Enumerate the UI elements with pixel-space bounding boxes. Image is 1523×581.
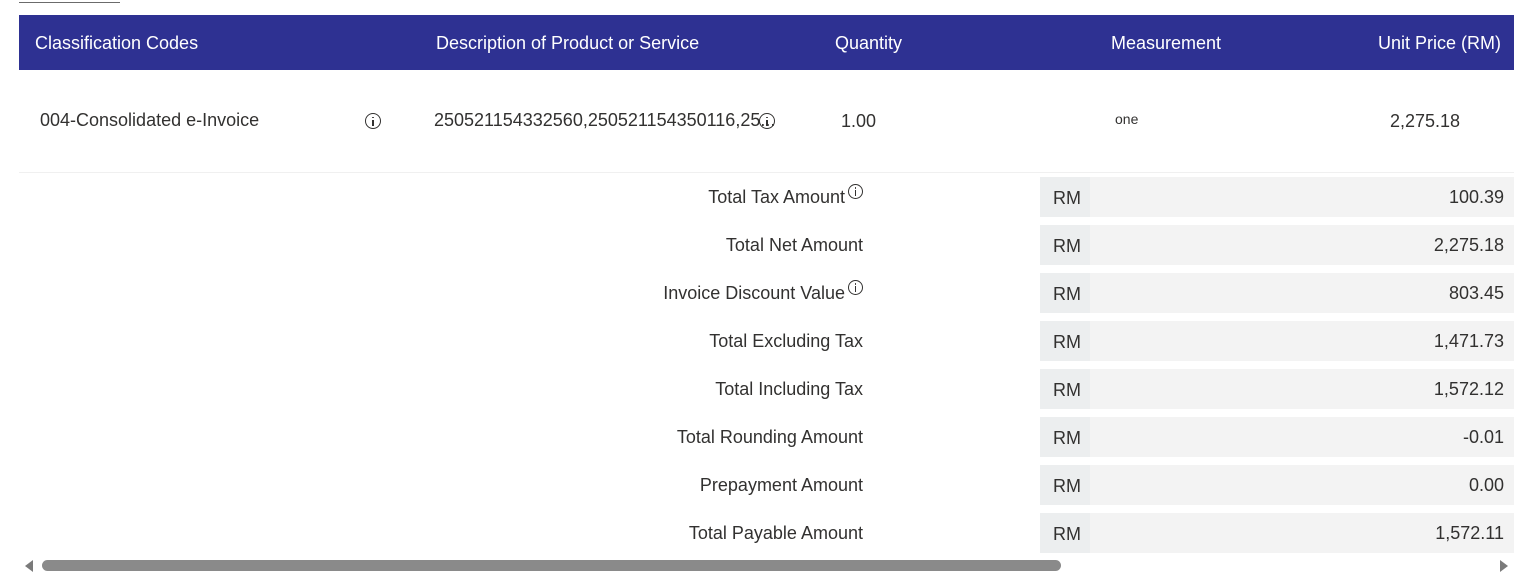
- summary-value: 1,471.73: [1433, 331, 1504, 351]
- summary-label-text: Total Payable Amount: [688, 523, 863, 543]
- summary-field: RM 100.39: [1040, 177, 1514, 217]
- summary-row-total-rounding: Total Rounding Amount RM -0.01: [0, 417, 1523, 457]
- summary-value: 1,572.12: [1433, 379, 1504, 399]
- summary-label-text: Invoice Discount Value: [663, 283, 845, 303]
- summary-field: RM 1,471.73: [1040, 321, 1514, 361]
- info-icon[interactable]: [848, 280, 863, 295]
- summary-label-text: Total Tax Amount: [708, 187, 845, 207]
- summary-value: 100.39: [1448, 187, 1504, 207]
- summary-label: Total Net Amount: [726, 225, 863, 265]
- summary-row-total-net: Total Net Amount RM 2,275.18: [0, 225, 1523, 265]
- info-icon[interactable]: [759, 113, 775, 134]
- summary-label: Total Rounding Amount: [677, 417, 863, 457]
- currency-prefix: RM: [1040, 273, 1090, 313]
- summary-value: 0.00: [1468, 475, 1504, 495]
- info-icon[interactable]: [848, 184, 863, 199]
- summary-row-prepayment: Prepayment Amount RM 0.00: [0, 465, 1523, 505]
- currency-prefix: RM: [1040, 369, 1090, 409]
- summary-label-text: Prepayment Amount: [699, 475, 863, 495]
- summary-field: RM -0.01: [1040, 417, 1514, 457]
- summary-label: Total Payable Amount: [689, 513, 863, 553]
- tab-underline: [19, 2, 120, 3]
- summary-field: RM 0.00: [1040, 465, 1514, 505]
- invoice-line-items-page: Classification Codes Description of Prod…: [0, 0, 1523, 581]
- summary-row-total-tax: Total Tax Amount RM 100.39: [0, 177, 1523, 217]
- summary-label-text: Total Net Amount: [725, 235, 863, 255]
- scroll-left-arrow-icon[interactable]: [25, 560, 33, 572]
- table-header: Classification Codes Description of Prod…: [19, 15, 1514, 70]
- summary-value: -0.01: [1462, 427, 1504, 447]
- horizontal-scrollbar[interactable]: [19, 556, 1514, 576]
- quantity-cell: 1.00: [841, 111, 877, 131]
- summary-row-invoice-discount: Invoice Discount Value RM 803.45: [0, 273, 1523, 313]
- column-header-classification: Classification Codes: [35, 33, 199, 53]
- measurement-cell: one: [1115, 111, 1139, 127]
- summary-row-total-payable: Total Payable Amount RM 1,572.11: [0, 513, 1523, 553]
- currency-prefix: RM: [1040, 177, 1090, 217]
- summary-row-total-excluding-tax: Total Excluding Tax RM 1,471.73: [0, 321, 1523, 361]
- summary-value: 1,572.11: [1435, 523, 1504, 543]
- summary-field: RM 2,275.18: [1040, 225, 1514, 265]
- scrollbar-thumb[interactable]: [42, 560, 1061, 571]
- currency-prefix: RM: [1040, 417, 1090, 457]
- scroll-right-arrow-icon[interactable]: [1500, 560, 1508, 572]
- summary-label-text: Total Including Tax: [715, 379, 863, 399]
- currency-prefix: RM: [1040, 465, 1090, 505]
- unit-price-cell: 2,275.18: [1390, 111, 1461, 131]
- description-cell: 250521154332560,250521154350116,25...: [434, 110, 776, 130]
- summary-label: Total Including Tax: [715, 369, 863, 409]
- summary-label: Prepayment Amount: [700, 465, 863, 505]
- summary-label: Total Excluding Tax: [709, 321, 863, 361]
- summary-field: RM 1,572.12: [1040, 369, 1514, 409]
- currency-prefix: RM: [1040, 513, 1090, 553]
- column-header-measurement: Measurement: [1111, 33, 1222, 53]
- summary-label: Total Tax Amount: [708, 177, 863, 217]
- currency-prefix: RM: [1040, 321, 1090, 361]
- column-header-unit-price: Unit Price (RM): [1377, 33, 1501, 53]
- summary-value: 2,275.18: [1433, 235, 1504, 255]
- summary-label-text: Total Rounding Amount: [676, 427, 863, 447]
- summary-row-total-including-tax: Total Including Tax RM 1,572.12: [0, 369, 1523, 409]
- summary-field: RM 803.45: [1040, 273, 1514, 313]
- column-header-description: Description of Product or Service: [436, 33, 700, 53]
- table-row: 004-Consolidated e-Invoice 2505211543325…: [19, 70, 1514, 173]
- column-header-quantity: Quantity: [835, 33, 903, 53]
- info-icon[interactable]: [365, 113, 381, 134]
- currency-prefix: RM: [1040, 225, 1090, 265]
- summary-value: 803.45: [1448, 283, 1504, 303]
- summary-label-text: Total Excluding Tax: [709, 331, 863, 351]
- summary-label: Invoice Discount Value: [663, 273, 863, 313]
- summary-field: RM 1,572.11: [1040, 513, 1514, 553]
- classification-code-cell: 004-Consolidated e-Invoice: [40, 110, 260, 130]
